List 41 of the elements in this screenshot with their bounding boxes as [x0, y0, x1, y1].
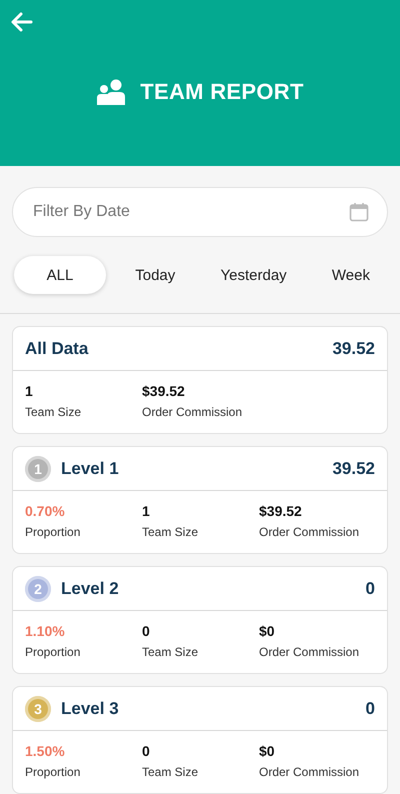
stat-value: 1 — [25, 383, 34, 399]
card-total: 39.52 — [332, 338, 375, 358]
stat-value: 0 — [142, 743, 151, 759]
stat-label: Order Commission — [142, 405, 244, 419]
card-title: Level 3 — [61, 698, 119, 718]
stat-label: Order Commission — [259, 645, 360, 659]
stat-label: Team Size — [142, 525, 200, 539]
stat-label: Order Commission — [259, 765, 360, 779]
stat-value: 1.50% — [25, 743, 66, 759]
card-title: Level 1 — [61, 458, 119, 478]
card-total: 39.52 — [332, 458, 375, 478]
stat-label: Team Size — [142, 765, 200, 779]
back-arrow-icon[interactable] — [11, 12, 33, 32]
page-title: TEAM REPORT — [140, 79, 304, 105]
stat-value: 0.70% — [25, 503, 66, 519]
medal-icon: 2 — [25, 576, 51, 602]
stat-label: Team Size — [142, 645, 200, 659]
stat-value: $39.52 — [259, 503, 303, 519]
date-tab[interactable]: ALL — [14, 256, 106, 294]
card-total: 0 — [366, 578, 375, 598]
stat-label: Proportion — [25, 765, 82, 779]
stat-label: Team Size — [25, 405, 82, 419]
card-title: Level 2 — [61, 578, 119, 598]
card-total: 0 — [366, 698, 375, 718]
calendar-icon[interactable] — [349, 202, 369, 222]
stat-value: $0 — [259, 743, 276, 759]
date-tab[interactable]: Week — [316, 256, 386, 294]
stat-value: $39.52 — [142, 383, 186, 399]
stat-label: Proportion — [25, 525, 82, 539]
date-tab[interactable]: Today — [119, 256, 192, 294]
stat-label: Order Commission — [259, 525, 360, 539]
stat-label: Proportion — [25, 645, 82, 659]
medal-icon: 3 — [25, 696, 51, 722]
date-tab[interactable]: Yesterday — [204, 256, 303, 294]
medal-icon: 1 — [25, 456, 51, 482]
card-title: All Data — [25, 338, 88, 358]
stat-value: 1.10% — [25, 623, 66, 639]
stat-value: 1 — [142, 503, 151, 519]
stat-value: $0 — [259, 623, 276, 639]
date-filter-field[interactable]: Filter By Date — [12, 187, 388, 237]
stat-value: 0 — [142, 623, 151, 639]
